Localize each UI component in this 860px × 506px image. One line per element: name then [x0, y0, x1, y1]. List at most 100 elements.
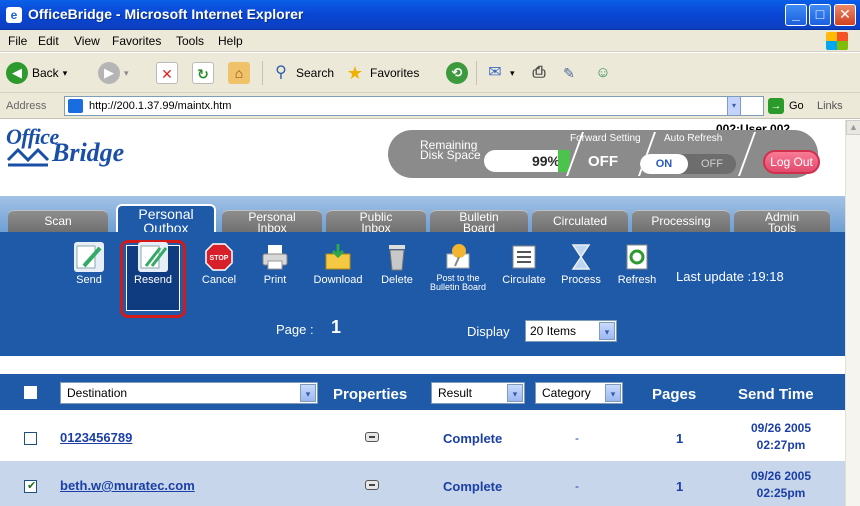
address-url[interactable]: http://200.1.37.99/maintx.htm — [89, 100, 231, 112]
destination-link[interactable]: 0123456789 — [60, 430, 132, 445]
history-icon: ⟲ — [446, 62, 468, 84]
chevron-down-icon[interactable]: ▾ — [507, 384, 523, 402]
close-button[interactable]: ✕ — [834, 4, 856, 26]
download-button[interactable]: Download — [310, 242, 366, 286]
address-dropdown-icon[interactable]: ▾ — [727, 96, 741, 116]
auto-refresh-off[interactable]: OFF — [688, 154, 736, 174]
post-to-bulletin-board-button[interactable]: Post to the Bulletin Board — [426, 242, 490, 292]
result-value: Complete — [443, 479, 503, 494]
send-clock-time: 02:27pm — [756, 438, 806, 452]
action-toolbar: Send Resend STOP Cancel Print Download D… — [0, 232, 845, 356]
status-panel: Remaining Disk Space 99% Forward Setting… — [388, 130, 818, 178]
home-button[interactable]: ⌂ — [228, 61, 250, 85]
messenger-button[interactable]: ☺ — [592, 61, 614, 85]
page-label: Page : — [276, 322, 314, 337]
stop-icon: ✕ — [156, 62, 178, 84]
menu-help[interactable]: Help — [218, 34, 243, 48]
forward-setting-label: Forward Setting — [570, 133, 641, 144]
back-dropdown-icon[interactable]: ▾ — [63, 68, 68, 79]
category-filter-select[interactable]: Category ▾ — [535, 382, 623, 404]
tab-scan[interactable]: Scan — [8, 210, 108, 232]
destination-filter-select[interactable]: Destination ▾ — [60, 382, 318, 404]
result-filter-select[interactable]: Result ▾ — [431, 382, 525, 404]
tab-public-inbox[interactable]: Public Inbox — [326, 210, 426, 234]
back-button[interactable]: ◀ Back ▾ — [6, 61, 67, 85]
tab-admin-tools[interactable]: Admin Tools — [734, 210, 830, 234]
print-button[interactable]: Print — [250, 242, 300, 286]
destination-link[interactable]: beth.w@muratec.com — [60, 478, 195, 493]
bridge-logo-mark-icon — [6, 147, 50, 167]
mail-button[interactable]: ✉ ▾ — [484, 61, 515, 85]
address-field[interactable]: http://200.1.37.99/maintx.htm — [64, 96, 764, 116]
refresh-page-button[interactable]: ↻ — [192, 61, 214, 85]
checkmark-icon: ✔ — [27, 480, 37, 492]
delete-button[interactable]: Delete — [372, 242, 422, 286]
history-button[interactable]: ⟲ — [446, 61, 468, 85]
category-value: - — [575, 479, 579, 493]
messenger-people-icon: ☺ — [595, 64, 611, 81]
refresh-icon: ↻ — [192, 62, 214, 84]
properties-icon[interactable] — [365, 432, 379, 442]
menu-edit[interactable]: Edit — [38, 34, 59, 48]
go-button[interactable]: Go — [789, 100, 804, 112]
maximize-button[interactable]: □ — [809, 4, 831, 26]
page-number: 1 — [331, 317, 342, 337]
send-button[interactable]: Send — [64, 242, 114, 286]
row-checkbox[interactable] — [24, 432, 37, 445]
chevron-down-icon[interactable]: ▾ — [605, 384, 621, 402]
disk-space-percent: 99% — [484, 150, 570, 172]
print-page-button[interactable]: ⎙ — [528, 61, 550, 85]
back-label: Back — [32, 66, 59, 80]
tab-circulated[interactable]: Circulated — [532, 210, 628, 232]
search-button[interactable]: ⚲ Search — [270, 61, 334, 85]
address-label: Address — [6, 100, 47, 112]
row-checkbox-checked[interactable]: ✔ — [24, 480, 37, 493]
mail-dropdown-icon[interactable]: ▾ — [510, 68, 515, 79]
auto-refresh-on[interactable]: ON — [640, 154, 688, 174]
minimize-button[interactable]: _ — [785, 4, 807, 26]
forward-dropdown-icon[interactable]: ▾ — [124, 68, 129, 79]
menu-view[interactable]: View — [74, 34, 100, 48]
send-label: Send — [76, 274, 102, 286]
tab-bulletin-board[interactable]: Bulletin Board — [430, 210, 528, 234]
circulate-button[interactable]: Circulate — [496, 242, 552, 286]
send-date: 09/26 2005 — [750, 469, 812, 483]
display-items-select[interactable]: 20 Items ▾ — [525, 320, 617, 342]
tab-processing[interactable]: Processing — [632, 210, 730, 232]
auto-refresh-toggle[interactable]: ON OFF — [640, 154, 736, 174]
cancel-button[interactable]: STOP Cancel — [194, 242, 244, 286]
search-magnifier-icon: ⚲ — [275, 64, 287, 81]
select-all-checkbox[interactable] — [24, 386, 37, 399]
favorites-button[interactable]: ★ Favorites — [344, 61, 419, 85]
table-row[interactable]: ✔ beth.w@muratec.com Complete - 1 09/26 … — [0, 462, 845, 506]
forward-button[interactable]: ▶ ▾ — [98, 61, 129, 85]
table-header: Destination ▾ Properties Result ▾ Catego… — [0, 374, 845, 410]
forward-arrow-icon: ▶ — [98, 62, 120, 84]
resend-button[interactable]: Resend — [128, 242, 178, 286]
menu-file[interactable]: File — [8, 34, 27, 48]
refresh-button[interactable]: Refresh — [612, 242, 662, 286]
links-button[interactable]: Links — [817, 100, 843, 112]
result-filter-value: Result — [438, 386, 473, 400]
chevron-down-icon[interactable]: ▾ — [300, 384, 316, 402]
scroll-up-icon[interactable]: ▲ — [846, 120, 860, 135]
process-button[interactable]: Process — [556, 242, 606, 286]
refresh-label: Refresh — [617, 274, 657, 286]
menu-tools[interactable]: Tools — [176, 34, 204, 48]
tab-personal-inbox[interactable]: Personal Inbox — [222, 210, 322, 234]
tab-personal-outbox[interactable]: Personal Outbox — [116, 204, 216, 235]
menu-favorites[interactable]: Favorites — [112, 34, 161, 48]
logout-button[interactable]: Log Out — [763, 150, 820, 174]
svg-text:STOP: STOP — [210, 255, 229, 262]
go-arrow-icon[interactable]: → — [768, 98, 784, 114]
pushpin-icon — [443, 242, 473, 272]
back-arrow-icon: ◀ — [6, 62, 28, 84]
stop-button[interactable]: ✕ — [156, 61, 178, 85]
page-icon — [68, 99, 83, 113]
edit-page-button[interactable]: ✎ — [558, 61, 580, 85]
properties-icon[interactable] — [365, 480, 379, 490]
printer-icon: ⎙ — [532, 64, 546, 81]
table-row[interactable]: 0123456789 Complete - 1 09/26 2005 02:27… — [0, 414, 845, 462]
vertical-scrollbar[interactable]: ▲ — [845, 120, 860, 506]
chevron-down-icon[interactable]: ▾ — [599, 322, 615, 340]
